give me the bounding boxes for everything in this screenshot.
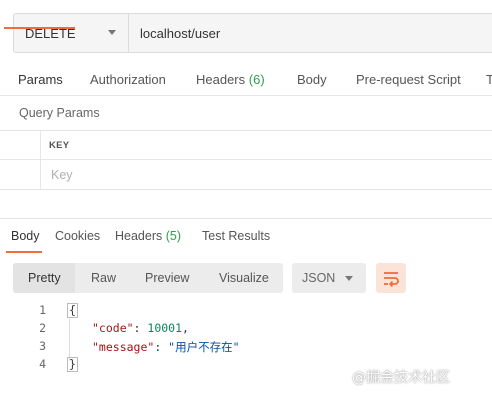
response-tab-test-results[interactable]: Test Results xyxy=(202,229,270,243)
url-input[interactable]: localhost/user xyxy=(129,14,492,52)
code-text: "message": "用户不存在" xyxy=(92,340,240,354)
language-label: JSON xyxy=(302,271,336,285)
code-line: 1 { xyxy=(0,303,492,321)
watermark: @掘金技术社区 xyxy=(352,370,450,386)
pane-divider[interactable] xyxy=(0,218,492,219)
request-url-bar: DELETE localhost/user xyxy=(13,13,492,53)
tab-params[interactable]: Params xyxy=(18,72,63,87)
tab-label: Pre-request Script xyxy=(356,72,461,87)
line-number: 1 xyxy=(39,303,46,317)
tab-label: Body xyxy=(11,229,40,243)
code-line: 2 "code": 10001, xyxy=(0,321,492,339)
key-column-header: KEY xyxy=(49,140,70,151)
tab-label: Test Results xyxy=(202,229,271,243)
response-tab-headers[interactable]: Headers (5) xyxy=(115,229,181,243)
json-key: "message" xyxy=(92,340,155,354)
response-tab-cookies[interactable]: Cookies xyxy=(55,229,100,243)
headers-count-badge: (6) xyxy=(248,72,265,87)
close-brace: } xyxy=(67,357,78,372)
code-text: { xyxy=(67,303,78,318)
request-tabs: Params Authorization Headers (6) Body Pr… xyxy=(0,66,492,96)
json-key: "code" xyxy=(92,321,134,335)
tab-label: Headers xyxy=(115,229,163,243)
code-line: 3 "message": "用户不存在" xyxy=(0,339,492,357)
tab-label: Cookies xyxy=(55,229,101,243)
tab-label: Headers xyxy=(196,72,246,87)
json-comma: , xyxy=(182,321,189,335)
tab-tests[interactable]: T xyxy=(486,72,492,87)
wrap-lines-icon xyxy=(384,272,399,287)
tab-authorization[interactable]: Authorization xyxy=(90,72,166,87)
format-visualize-button[interactable]: Visualize xyxy=(219,271,269,285)
tab-label: T xyxy=(486,72,492,87)
line-number: 4 xyxy=(39,357,46,371)
params-table: KEY Key xyxy=(0,130,492,190)
tab-pre-request-script[interactable]: Pre-request Script xyxy=(356,72,461,87)
tab-label: Authorization xyxy=(90,72,166,87)
wrap-lines-button[interactable] xyxy=(376,263,406,293)
format-preview-button[interactable]: Preview xyxy=(145,271,189,285)
response-tabs: Body Cookies Headers (5) Test Results xyxy=(0,229,492,253)
table-header-row xyxy=(0,131,492,160)
json-value: 10001 xyxy=(147,321,183,335)
tab-label: Body xyxy=(297,72,327,87)
query-params-heading: Query Params xyxy=(19,106,100,120)
code-text: } xyxy=(67,357,78,372)
headers-count-badge: (5) xyxy=(165,229,182,243)
tab-body[interactable]: Body xyxy=(297,72,327,87)
tab-label: Params xyxy=(18,72,63,87)
open-brace: { xyxy=(67,303,78,318)
line-number: 3 xyxy=(39,339,46,353)
key-input[interactable]: Key xyxy=(51,168,73,182)
response-tab-body[interactable]: Body xyxy=(11,229,40,243)
active-response-tab-indicator xyxy=(6,251,42,253)
chevron-down-icon xyxy=(108,30,116,35)
table-gutter xyxy=(40,131,41,189)
tab-headers[interactable]: Headers (6) xyxy=(196,72,265,87)
code-text: "code": 10001, xyxy=(92,321,189,335)
line-number: 2 xyxy=(39,321,46,335)
active-tab-indicator xyxy=(4,27,75,29)
json-value: "用户不存在" xyxy=(168,340,240,354)
chevron-down-icon xyxy=(345,276,353,281)
method-select[interactable]: DELETE xyxy=(14,14,129,52)
format-pretty-button[interactable]: Pretty xyxy=(28,271,61,285)
format-raw-button[interactable]: Raw xyxy=(91,271,116,285)
language-select[interactable]: JSON xyxy=(292,263,366,293)
